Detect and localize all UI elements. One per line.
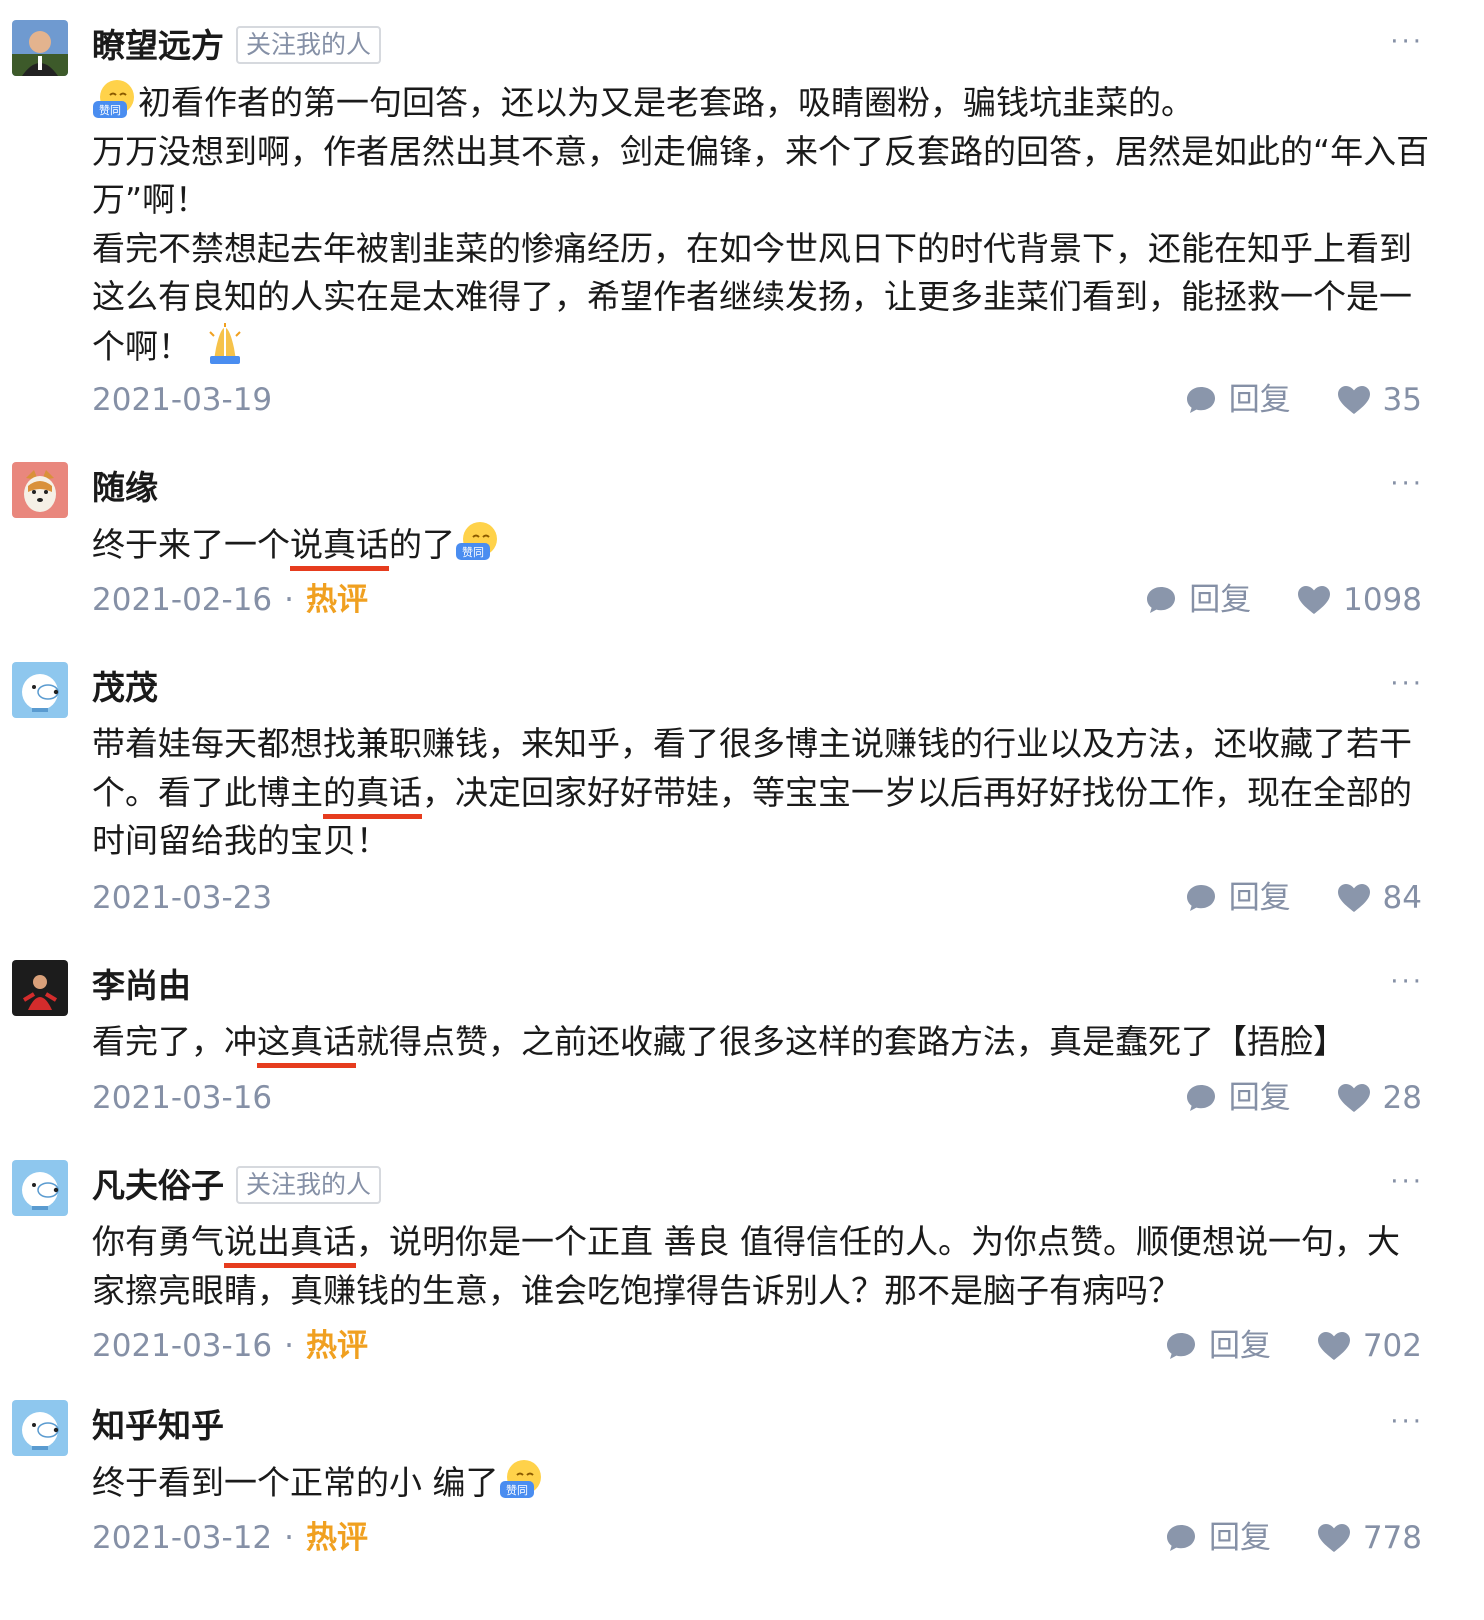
like-button[interactable]: 702: [1317, 1324, 1422, 1368]
comment-meta: 2021-03-12 · 热评 回复 778: [92, 1516, 1422, 1560]
hot-comment-badge: 热评: [306, 582, 369, 618]
comment-date: 2021-03-16: [92, 1080, 273, 1116]
comment-date: 2021-03-16: [92, 1328, 273, 1364]
avatar[interactable]: [12, 1400, 68, 1456]
avatar[interactable]: [12, 960, 68, 1016]
comment-bubble-icon: [1147, 587, 1176, 613]
emoji-approve-icon: 赞同: [456, 522, 497, 560]
reply-button[interactable]: 回复: [1165, 1324, 1271, 1368]
hot-comment-badge: 热评: [306, 1328, 369, 1364]
comment-date: 2021-02-16: [92, 582, 273, 618]
comment-meta: 2021-02-16 · 热评 回复 1098: [92, 578, 1422, 622]
comment-text: 终于看到一个正常的小 编了 赞同: [92, 1458, 1432, 1508]
comment-text: 看完了，冲这真话就得点赞，之前还收藏了很多这样的套路方法，真是蠢死了【捂脸】: [92, 1022, 1346, 1061]
svg-text:赞同: 赞同: [99, 104, 121, 117]
like-button[interactable]: 1098: [1297, 578, 1422, 622]
more-options-icon[interactable]: ···: [1390, 1162, 1424, 1202]
more-options-icon[interactable]: ···: [1390, 664, 1424, 704]
avatar[interactable]: [12, 462, 68, 518]
avatar[interactable]: [12, 1160, 68, 1216]
comment-meta: 2021-03-16 · 热评 回复 702: [92, 1324, 1422, 1368]
comment-meta: 2021-03-16 回复 28: [92, 1076, 1422, 1120]
svg-text:赞同: 赞同: [506, 1484, 528, 1497]
avatar[interactable]: [12, 662, 68, 718]
author-name[interactable]: 李尚由: [92, 964, 191, 1008]
comment-date: 2021-03-12: [92, 1520, 273, 1556]
svg-text:赞同: 赞同: [462, 546, 484, 559]
reply-button[interactable]: 回复: [1185, 378, 1291, 422]
heart-icon: [1298, 586, 1331, 614]
comment-bubble-icon: [1186, 885, 1215, 911]
heart-icon: [1337, 1084, 1370, 1112]
like-button[interactable]: 35: [1337, 378, 1422, 422]
reply-button[interactable]: 回复: [1185, 876, 1291, 920]
comment-date: 2021-03-23: [92, 880, 273, 916]
like-button[interactable]: 778: [1317, 1516, 1422, 1560]
more-options-icon[interactable]: ···: [1390, 962, 1424, 1002]
reply-button[interactable]: 回复: [1145, 578, 1251, 622]
follower-tag: 关注我的人: [236, 1165, 382, 1204]
annotation-underline: 的真话: [323, 772, 422, 812]
avatar[interactable]: [12, 20, 68, 76]
emoji-approve-icon: 赞同: [93, 80, 134, 118]
more-options-icon[interactable]: ···: [1390, 1402, 1424, 1442]
heart-icon: [1317, 1332, 1350, 1360]
comment-bubble-icon: [1186, 1085, 1215, 1111]
heart-icon: [1337, 884, 1370, 912]
comment-meta: 2021-03-19 回复 35: [92, 378, 1422, 422]
emoji-approve-icon: 赞同: [499, 1460, 541, 1498]
author-name[interactable]: 知乎知乎: [92, 1404, 224, 1448]
heart-icon: [1337, 386, 1370, 414]
author-name[interactable]: 凡夫俗子 关注我的人: [92, 1164, 382, 1208]
like-button[interactable]: 84: [1337, 876, 1422, 920]
hot-comment-badge: 热评: [306, 1520, 369, 1556]
comment-text: 带着娃每天都想找兼职赚钱，来知乎，看了很多博主说赚钱的行业以及方法，还收藏了若干…: [92, 724, 1412, 860]
annotation-underline: 说出真话: [224, 1222, 356, 1261]
comment-bubble-icon: [1166, 1525, 1195, 1551]
comment-text: 你有勇气说出真话，说明你是一个正直 善良 值得信任的人。为你点赞。顺便想说一句，…: [92, 1222, 1400, 1310]
comment-bubble-icon: [1166, 1333, 1195, 1359]
pray-icon: [208, 322, 241, 364]
annotation-underline: 这真话: [257, 1022, 356, 1061]
comment-text: 终于来了一个说真话的了 赞同: [92, 520, 1432, 570]
more-options-icon[interactable]: ···: [1390, 464, 1424, 504]
author-name[interactable]: 茂茂: [92, 666, 158, 710]
author-name[interactable]: 瞭望远方 关注我的人: [92, 24, 382, 68]
comment-date: 2021-03-19: [92, 382, 273, 418]
annotation-underline: 说真话: [290, 525, 389, 564]
more-options-icon[interactable]: ···: [1390, 22, 1424, 62]
reply-button[interactable]: 回复: [1185, 1076, 1291, 1120]
heart-icon: [1317, 1524, 1350, 1552]
like-button[interactable]: 28: [1337, 1076, 1422, 1120]
comment-text: 赞同 初看作者的第一句回答，还以为又是老套路，吸睛圈粉，骗钱坑韭菜的。 万万没想到…: [92, 78, 1432, 371]
comment-meta: 2021-03-23 回复 84: [92, 876, 1422, 920]
reply-button[interactable]: 回复: [1165, 1516, 1271, 1560]
comment-bubble-icon: [1186, 387, 1215, 413]
author-name[interactable]: 随缘: [92, 466, 158, 510]
follower-tag: 关注我的人: [236, 25, 382, 64]
